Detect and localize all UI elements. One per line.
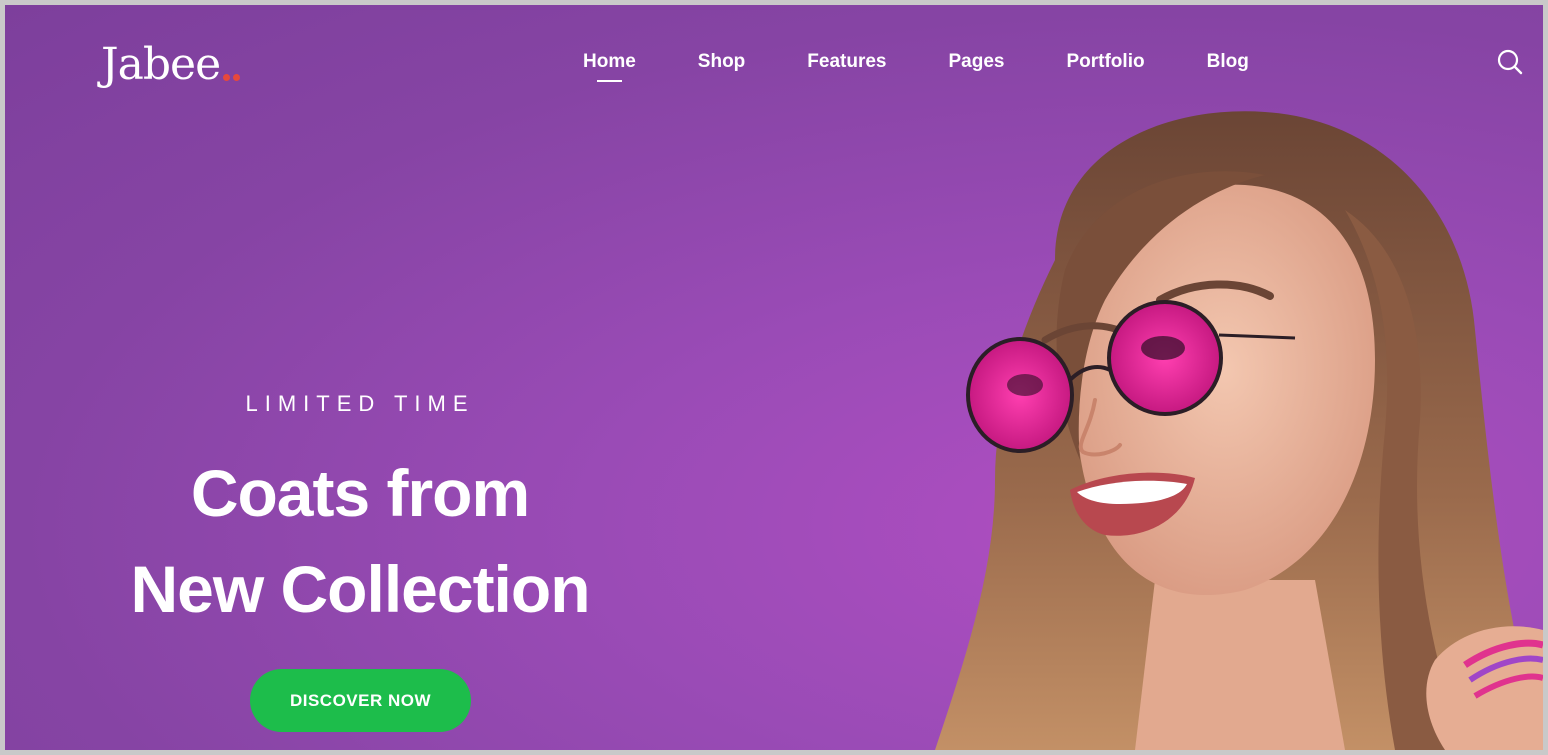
- search-button[interactable]: [1495, 47, 1525, 77]
- hero-eyebrow: LIMITED TIME: [245, 391, 475, 416]
- nav-home[interactable]: Home: [583, 51, 636, 82]
- headline-line-2: New Collection: [130, 552, 590, 626]
- nav-blog[interactable]: Blog: [1207, 51, 1249, 73]
- discover-now-button[interactable]: DISCOVER NOW: [250, 669, 471, 732]
- logo-dots-icon: [223, 74, 241, 81]
- hero-headline: Coats from New Collection: [100, 445, 620, 637]
- nav-features[interactable]: Features: [807, 51, 886, 73]
- nav-pages[interactable]: Pages: [949, 51, 1005, 73]
- headline-line-1: Coats from: [190, 456, 530, 530]
- brand-name: Jabee: [101, 39, 221, 90]
- main-nav: Home Shop Features Pages Portfolio Blog: [583, 51, 1249, 82]
- hero-model-image: [935, 111, 1543, 750]
- hero-banner: Jabee Home Shop Features Pages Portfolio…: [5, 5, 1543, 750]
- nav-shop[interactable]: Shop: [698, 51, 746, 73]
- search-icon: [1497, 49, 1523, 75]
- nav-portfolio[interactable]: Portfolio: [1066, 51, 1144, 73]
- brand-logo[interactable]: Jabee: [101, 39, 241, 90]
